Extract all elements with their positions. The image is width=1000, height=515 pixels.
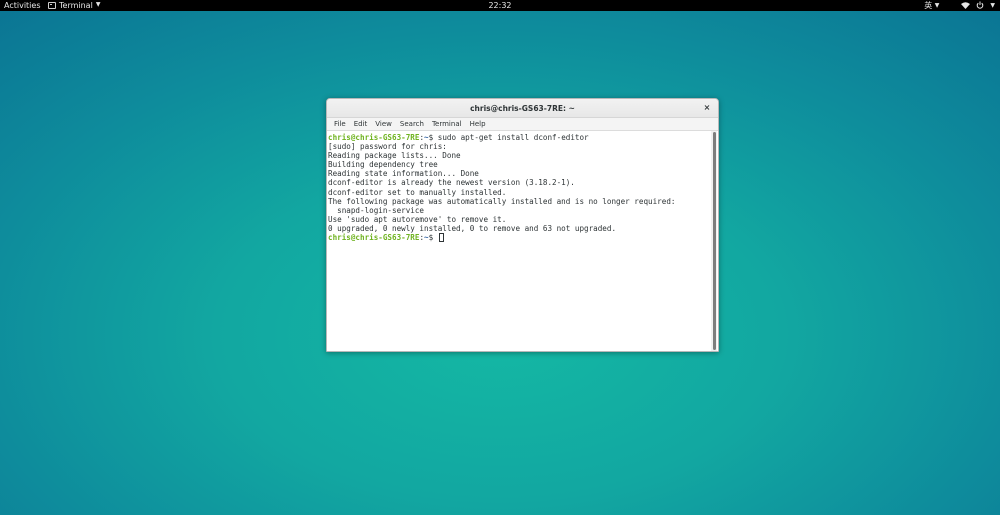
menu-edit[interactable]: Edit xyxy=(350,118,372,131)
prompt-user: chris@chris-GS63-7RE xyxy=(328,233,420,243)
app-menu-label: Terminal xyxy=(59,1,93,10)
output-line: dconf-editor is already the newest versi… xyxy=(328,178,575,188)
output-line: dconf-editor set to manually installed. xyxy=(328,187,507,197)
input-method-indicator[interactable]: 英 ▼ xyxy=(924,0,939,12)
clock[interactable]: 22:32 xyxy=(488,1,511,10)
menu-search[interactable]: Search xyxy=(396,118,428,131)
text-cursor xyxy=(438,233,444,243)
prompt-symbol: $ xyxy=(428,233,438,243)
top-bar: Activities Terminal ▼ 22:32 英 ▼ ▼ xyxy=(0,0,1000,11)
output-line: [sudo] password for chris: xyxy=(328,142,447,152)
prompt-line: chris@chris-GS63-7RE:~$ xyxy=(328,233,710,243)
close-icon[interactable]: × xyxy=(702,103,712,113)
terminal-icon xyxy=(48,2,56,9)
scrollbar[interactable] xyxy=(711,131,717,351)
output-line: The following package was automatically … xyxy=(328,196,676,206)
app-menu[interactable]: Terminal ▼ xyxy=(48,0,100,11)
output-line: Reading state information... Done xyxy=(328,169,479,179)
menu-help[interactable]: Help xyxy=(466,118,490,131)
clock-container: 22:32 xyxy=(0,0,1000,11)
output-line: Building dependency tree xyxy=(328,160,438,170)
wifi-icon[interactable] xyxy=(961,1,971,12)
power-icon[interactable] xyxy=(976,1,984,12)
output-line: Reading package lists... Done xyxy=(328,151,461,161)
menu-view[interactable]: View xyxy=(371,118,396,131)
menu-bar: File Edit View Search Terminal Help xyxy=(327,118,718,131)
window-title: chris@chris-GS63-7RE: ~ xyxy=(470,104,575,113)
terminal-area[interactable]: chris@chris-GS63-7RE:~$ sudo apt-get ins… xyxy=(327,131,718,351)
activities-button[interactable]: Activities xyxy=(4,0,41,11)
system-indicators[interactable]: 英 ▼ ▼ xyxy=(924,0,995,12)
output-line: Use 'sudo apt autoremove' to remove it. xyxy=(328,214,507,224)
title-bar[interactable]: chris@chris-GS63-7RE: ~ × xyxy=(327,99,718,118)
chevron-down-icon: ▼ xyxy=(934,2,940,9)
terminal-window: chris@chris-GS63-7RE: ~ × File Edit View… xyxy=(326,98,719,352)
input-method-label: 英 xyxy=(924,1,933,10)
chevron-down-icon: ▼ xyxy=(95,1,101,8)
prompt-user: chris@chris-GS63-7RE xyxy=(328,133,420,142)
output-line: snapd-login-service xyxy=(328,205,425,215)
terminal-output: chris@chris-GS63-7RE:~$ sudo apt-get ins… xyxy=(328,133,710,243)
command-text: sudo apt-get install dconf-editor xyxy=(437,133,589,142)
command-line: chris@chris-GS63-7RE:~$ sudo apt-get ins… xyxy=(328,133,710,142)
menu-file[interactable]: File xyxy=(330,118,350,131)
prompt-symbol: $ xyxy=(428,133,438,142)
menu-terminal[interactable]: Terminal xyxy=(428,118,466,131)
chevron-down-icon[interactable]: ▼ xyxy=(990,0,995,11)
output-line: 0 upgraded, 0 newly installed, 0 to remo… xyxy=(328,223,617,233)
scrollbar-thumb[interactable] xyxy=(713,132,716,350)
